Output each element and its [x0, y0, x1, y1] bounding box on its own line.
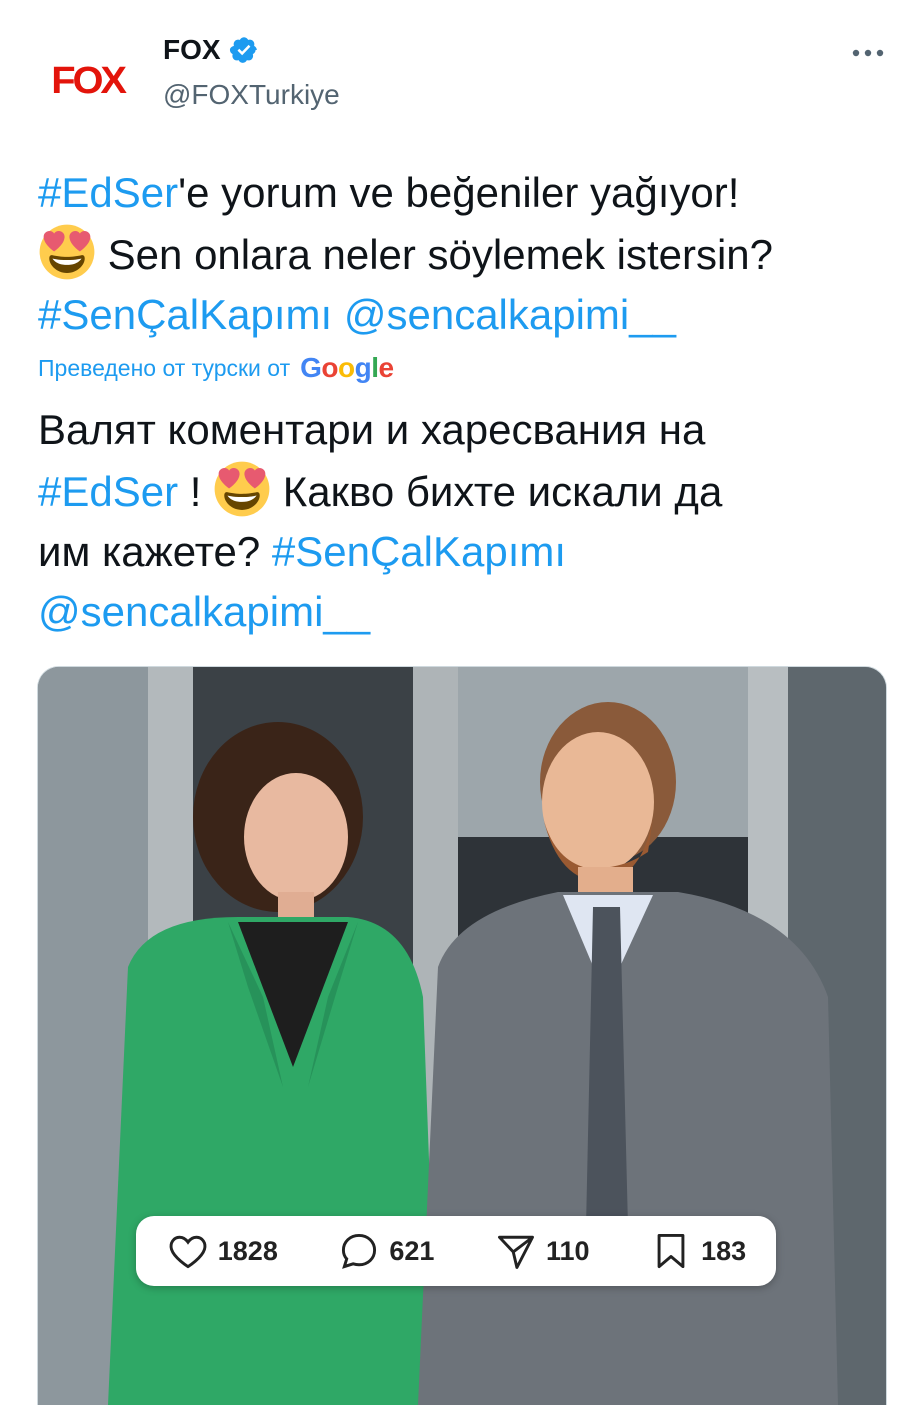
shares-count: 110: [546, 1235, 590, 1266]
tweet-text: #EdSer'e yorum ve beğeniler yağıyor! Sen…: [38, 163, 898, 345]
translation-line-1: Валят коментари и харесвания на: [38, 406, 706, 453]
hashtag-sencalkapimi[interactable]: #SenÇalKapımı: [38, 291, 332, 338]
fox-logo: FOX: [51, 59, 128, 102]
saves-count: 183: [701, 1235, 747, 1266]
comment-icon: [342, 1233, 377, 1269]
google-letter: o: [321, 352, 339, 383]
google-letter: g: [354, 352, 372, 383]
translation-text-segment: !: [178, 468, 214, 515]
google-letter: G: [300, 352, 322, 383]
tweet-line-2: Sen onlara neler söylemek istersin?: [38, 223, 898, 285]
more-icon[interactable]: [848, 38, 888, 68]
bookmark-icon: [657, 1233, 685, 1269]
heart-icon: [169, 1235, 207, 1269]
heart-eyes-emoji-icon: [214, 461, 270, 517]
hashtag-edser[interactable]: #EdSer: [38, 468, 178, 515]
translation-label: Преведено от турски от: [38, 354, 291, 381]
tweet-header: FOX FOX @FOXTurkiye: [0, 0, 921, 150]
google-letter: e: [378, 352, 395, 383]
author-handle[interactable]: @FOXTurkiye: [163, 79, 340, 111]
translation-text-segment: им кажете?: [38, 528, 272, 575]
send-icon: [498, 1235, 534, 1269]
translation-text-segment: Какво бихте искали да: [271, 468, 723, 515]
translation-line-2: #EdSer ! Какво бихте искали да: [38, 460, 898, 522]
tweet-text-segment: 'e yorum ve beğeniler yağıyor!: [178, 169, 740, 216]
shares-stat[interactable]: 110: [494, 1229, 590, 1273]
tweet-media-image[interactable]: 1828 621 110 183: [37, 666, 887, 1405]
tweet-text-segment: Sen onlara neler söylemek istersin?: [96, 231, 774, 278]
tweet-line-1: #EdSer'e yorum ve beğeniler yağıyor!: [38, 163, 898, 223]
hashtag-sencalkapimi[interactable]: #SenÇalKapımı: [272, 528, 566, 575]
tweet-line-3: #SenÇalKapımı @sencalkapimi__: [38, 285, 898, 345]
translation-attribution: Преведено от турски от Google: [38, 352, 394, 384]
likes-count: 1828: [217, 1235, 278, 1266]
google-letter: l: [371, 352, 379, 383]
verified-badge-icon: [229, 37, 257, 63]
mention-sencalkapimi[interactable]: @sencalkapimi__: [344, 291, 676, 338]
google-logo[interactable]: Google: [300, 352, 395, 384]
comments-count: 621: [389, 1235, 435, 1266]
hashtag-edser[interactable]: #EdSer: [38, 169, 178, 216]
author-name-row[interactable]: FOX: [163, 34, 259, 66]
saves-stat[interactable]: 183: [649, 1229, 746, 1273]
mention-sencalkapimi[interactable]: @sencalkapimi__: [38, 588, 370, 635]
heart-eyes-emoji-icon: [39, 224, 95, 280]
likes-stat[interactable]: 1828: [166, 1229, 278, 1273]
translation-line-4: @sencalkapimi__: [38, 582, 898, 642]
author-name[interactable]: FOX: [163, 34, 221, 66]
comments-stat[interactable]: 621: [337, 1229, 434, 1273]
engagement-stats-card: 1828 621 110 183: [136, 1216, 776, 1286]
translation-line-3: им кажете? #SenÇalKapımı: [38, 522, 898, 582]
google-letter: o: [338, 352, 355, 383]
photo-scene: [38, 667, 886, 1405]
avatar[interactable]: FOX: [35, 28, 141, 134]
translated-text: Валят коментари и харесвания на #EdSer !…: [38, 400, 898, 642]
